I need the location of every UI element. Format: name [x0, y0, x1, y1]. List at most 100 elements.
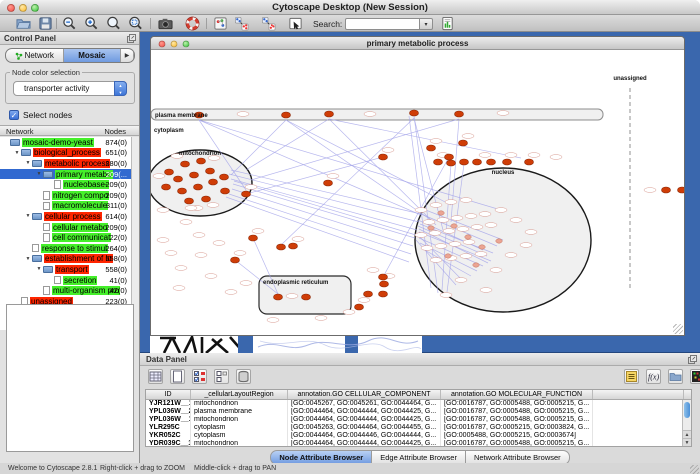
graph-node[interactable]	[460, 159, 469, 165]
search-config-icon[interactable]	[440, 16, 455, 31]
zoom-fit-icon[interactable]	[128, 16, 143, 31]
select-nodes-checkbox[interactable]: ✓	[9, 110, 19, 120]
table-scrollbar[interactable]: ▲ ▼	[682, 400, 691, 446]
graph-node[interactable]	[181, 161, 190, 167]
graph-node[interactable]	[221, 188, 230, 194]
unselect-attributes-icon[interactable]	[214, 369, 229, 384]
table-row[interactable]: YJR121W__1mitochondrion[GO:0045267, GO:0…	[146, 400, 691, 408]
column-header[interactable]: ID	[146, 390, 191, 399]
graph-node[interactable]	[445, 154, 454, 160]
table-row[interactable]: YLR295Ccytoplasm[GO:0045263, GO:0044464,…	[146, 424, 691, 432]
graph-node[interactable]	[445, 254, 451, 258]
expander-icon[interactable]: ▼	[24, 213, 32, 219]
layout-1-icon[interactable]	[234, 16, 249, 31]
expander-icon[interactable]: ▼	[24, 160, 32, 166]
tree-row[interactable]: ▼metabolic process280(0)	[0, 158, 131, 169]
graph-node[interactable]	[379, 274, 388, 280]
graph-node[interactable]	[479, 245, 485, 249]
graph-node[interactable]	[678, 187, 685, 193]
tab-mosaic[interactable]: Mosaic	[64, 49, 122, 62]
graph-node[interactable]	[190, 172, 199, 178]
expander-icon[interactable]: ▼	[13, 150, 21, 156]
graph-node[interactable]	[380, 281, 389, 287]
table-row[interactable]: YPL036W__2plasma membrane[GO:0044464, GO…	[146, 408, 691, 416]
graph-node[interactable]	[434, 159, 443, 165]
tree-row[interactable]: nitrogen compo209(0)	[0, 190, 131, 201]
graph-node[interactable]	[249, 235, 258, 241]
tree-row[interactable]: secretion41(0)	[0, 275, 131, 286]
scroll-up-icon[interactable]: ▲	[683, 430, 691, 438]
snapshot-camera-icon[interactable]	[158, 16, 173, 31]
table-row[interactable]: YPL036W__1mitochondrion[GO:0044464, GO:0…	[146, 416, 691, 424]
import-attributes-icon[interactable]	[668, 369, 683, 384]
graph-node[interactable]	[496, 239, 502, 243]
tree-row[interactable]: ▼transport558(0)	[0, 264, 131, 275]
graph-node[interactable]	[503, 159, 512, 165]
graph-node[interactable]	[428, 226, 434, 230]
select-attributes-icon[interactable]	[192, 369, 207, 384]
tree-row[interactable]: ▼cellular process614(0)	[0, 211, 131, 222]
graph-node[interactable]	[447, 160, 456, 166]
tree-scrollbar[interactable]	[131, 137, 139, 330]
graph-node[interactable]	[197, 158, 206, 164]
zoom-selected-icon[interactable]	[106, 16, 121, 31]
layout-2-icon[interactable]	[261, 16, 276, 31]
function-builder-icon[interactable]: f(x)	[646, 369, 661, 384]
graph-node[interactable]	[277, 244, 286, 250]
graph-node[interactable]	[289, 243, 298, 249]
graph-node[interactable]	[231, 257, 240, 263]
graph-node[interactable]	[185, 198, 194, 204]
zoom-out-icon[interactable]	[62, 16, 77, 31]
graph-node[interactable]	[427, 145, 436, 151]
graph-node[interactable]	[473, 263, 479, 267]
column-header[interactable]: annotation.GO CELLULAR_COMPONENT	[288, 390, 441, 399]
graph-node[interactable]	[209, 179, 218, 185]
tab-overflow-arrow-icon[interactable]: ▶	[121, 49, 134, 62]
graph-node[interactable]	[473, 159, 482, 165]
graph-node[interactable]	[206, 168, 215, 174]
graph-node[interactable]	[455, 111, 464, 117]
network-view-window[interactable]: primary metabolic process plasma membran…	[150, 36, 685, 336]
graph-node[interactable]	[410, 110, 419, 116]
graph-node[interactable]	[355, 304, 364, 310]
attribute-table-header[interactable]: ID_cellularLayoutRegionannotation.GO CEL…	[146, 390, 691, 400]
graph-node[interactable]	[274, 294, 283, 300]
tree-row[interactable]: nucleobase-209(0)	[0, 179, 131, 190]
table-row[interactable]: YKR052Ccytoplasm[GO:0044464, GO:0044446,…	[146, 432, 691, 440]
graph-node[interactable]	[165, 169, 174, 175]
graph-node[interactable]	[202, 196, 211, 202]
graph-node[interactable]	[525, 159, 534, 165]
attribute-list-icon[interactable]	[624, 369, 639, 384]
graph-node[interactable]	[459, 140, 468, 146]
graph-node[interactable]	[174, 176, 183, 182]
column-header[interactable]	[593, 390, 684, 399]
graph-node[interactable]	[465, 235, 471, 239]
graph-node[interactable]	[194, 184, 203, 190]
expander-icon[interactable]: ▼	[35, 171, 43, 177]
attribute-table[interactable]: ID_cellularLayoutRegionannotation.GO CEL…	[145, 389, 692, 447]
graph-node[interactable]	[178, 188, 187, 194]
region-plasma-membrane[interactable]	[151, 109, 603, 120]
column-header[interactable]: _cellularLayoutRegion	[191, 390, 288, 399]
new-attribute-icon[interactable]	[170, 369, 185, 384]
graph-node[interactable]	[379, 154, 388, 160]
tree-row[interactable]: response to stimul264(0)	[0, 243, 131, 254]
zoom-in-icon[interactable]	[84, 16, 99, 31]
expander-icon[interactable]: ▼	[35, 266, 43, 272]
attribute-table-icon[interactable]	[148, 369, 163, 384]
float-panel-icon[interactable]	[688, 355, 697, 364]
dropdown-stepper-icon[interactable]: ▲▼	[114, 81, 127, 96]
help-ring-icon[interactable]	[185, 16, 200, 31]
window-resize-grip[interactable]	[673, 324, 683, 334]
tree-row[interactable]: multi-organism pro42(0)	[0, 285, 131, 296]
save-icon[interactable]	[38, 16, 53, 31]
graph-node[interactable]	[438, 211, 444, 215]
column-header[interactable]: annotation.GO MOLECULAR_FUNCTION	[441, 390, 593, 399]
graph-node[interactable]	[282, 112, 291, 118]
birdseye-view[interactable]	[6, 304, 134, 452]
scroll-down-icon[interactable]: ▼	[683, 438, 691, 446]
tree-row[interactable]: ▼establishment of lo558(0)	[0, 254, 131, 265]
graph-node[interactable]	[220, 174, 229, 180]
search-dropdown-arrow-icon[interactable]: ▾	[420, 18, 433, 30]
table-row[interactable]: YDR039C__1mitochondrion[GO:0044464, GO:0…	[146, 440, 691, 447]
